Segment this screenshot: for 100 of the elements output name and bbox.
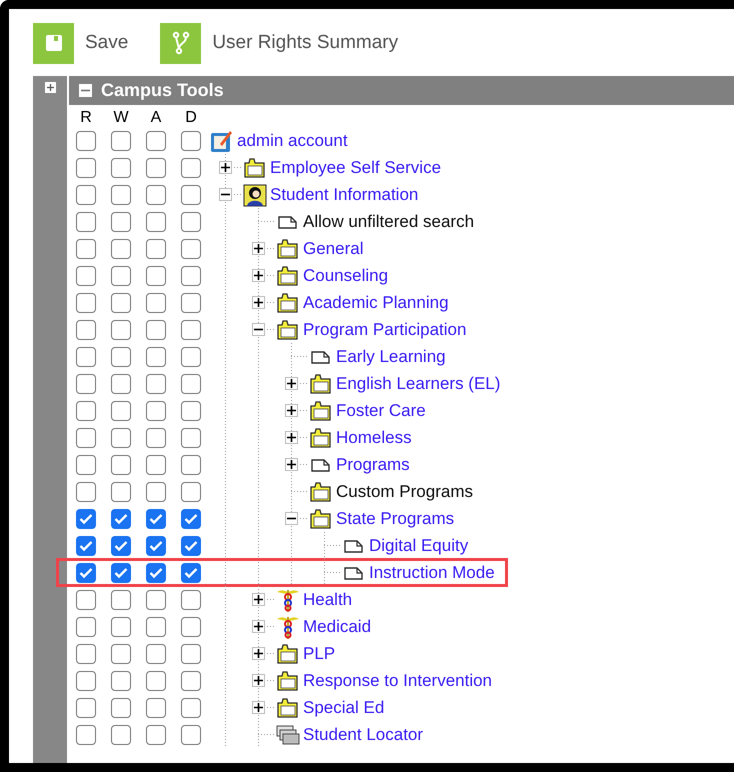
collapse-icon[interactable] bbox=[252, 323, 265, 336]
rights-checkbox[interactable] bbox=[111, 724, 131, 744]
toolbar-button[interactable]: Save bbox=[33, 22, 128, 64]
rights-checkbox[interactable] bbox=[111, 670, 131, 690]
rights-checkbox[interactable] bbox=[181, 698, 201, 718]
rights-checkbox[interactable] bbox=[146, 508, 166, 528]
toolbar-button[interactable]: User Rights Summary bbox=[160, 22, 398, 64]
tree-link[interactable]: Instruction Mode bbox=[369, 562, 495, 582]
rights-checkbox[interactable] bbox=[76, 644, 96, 664]
expand-icon[interactable] bbox=[252, 647, 265, 660]
rights-checkbox[interactable] bbox=[76, 184, 96, 204]
tree-link[interactable]: Programs bbox=[336, 454, 410, 474]
tree-link[interactable]: Health bbox=[303, 590, 352, 610]
expand-icon[interactable] bbox=[285, 404, 298, 417]
rights-checkbox[interactable] bbox=[181, 508, 201, 528]
rights-checkbox[interactable] bbox=[111, 266, 131, 286]
rights-checkbox[interactable] bbox=[181, 292, 201, 312]
rights-checkbox[interactable] bbox=[76, 346, 96, 366]
tree-link[interactable]: Counseling bbox=[303, 266, 388, 286]
rights-checkbox[interactable] bbox=[76, 616, 96, 636]
rights-checkbox[interactable] bbox=[76, 292, 96, 312]
collapse-icon[interactable] bbox=[285, 512, 298, 525]
rights-checkbox[interactable] bbox=[76, 670, 96, 690]
tree-link[interactable]: PLP bbox=[303, 644, 336, 664]
rights-checkbox[interactable] bbox=[76, 212, 96, 232]
rights-checkbox[interactable] bbox=[146, 454, 166, 474]
rights-checkbox[interactable] bbox=[146, 670, 166, 690]
expand-icon[interactable] bbox=[252, 593, 265, 606]
rights-checkbox[interactable] bbox=[181, 590, 201, 610]
rights-checkbox[interactable] bbox=[146, 158, 166, 178]
rights-checkbox[interactable] bbox=[111, 536, 131, 556]
rights-checkbox[interactable] bbox=[146, 212, 166, 232]
tree-link[interactable]: English Learners (EL) bbox=[336, 374, 500, 394]
rights-checkbox[interactable] bbox=[111, 212, 131, 232]
rights-checkbox[interactable] bbox=[181, 238, 201, 258]
rights-checkbox[interactable] bbox=[111, 428, 131, 448]
rights-checkbox[interactable] bbox=[146, 590, 166, 610]
expand-icon[interactable] bbox=[252, 296, 265, 309]
rights-checkbox[interactable] bbox=[146, 482, 166, 502]
rights-checkbox[interactable] bbox=[181, 644, 201, 664]
rights-checkbox[interactable] bbox=[181, 130, 201, 150]
rights-checkbox[interactable] bbox=[181, 724, 201, 744]
rights-checkbox[interactable] bbox=[146, 130, 166, 150]
tree-link[interactable]: State Programs bbox=[336, 508, 454, 528]
rights-checkbox[interactable] bbox=[146, 320, 166, 340]
rights-checkbox[interactable] bbox=[111, 482, 131, 502]
rights-checkbox[interactable] bbox=[111, 374, 131, 394]
rights-checkbox[interactable] bbox=[111, 508, 131, 528]
rights-checkbox[interactable] bbox=[76, 320, 96, 340]
rights-checkbox[interactable] bbox=[181, 454, 201, 474]
rights-checkbox[interactable] bbox=[76, 536, 96, 556]
expand-icon[interactable] bbox=[44, 82, 56, 93]
expand-icon[interactable] bbox=[252, 674, 265, 687]
rights-checkbox[interactable] bbox=[111, 698, 131, 718]
tree-link[interactable]: admin account bbox=[237, 130, 348, 150]
tree-link[interactable]: Employee Self Service bbox=[270, 158, 442, 178]
rights-checkbox[interactable] bbox=[111, 292, 131, 312]
tree-link[interactable]: Academic Planning bbox=[303, 292, 449, 312]
rights-checkbox[interactable] bbox=[111, 130, 131, 150]
tree-link[interactable]: Medicaid bbox=[303, 616, 372, 636]
rights-checkbox[interactable] bbox=[146, 238, 166, 258]
rights-checkbox[interactable] bbox=[111, 454, 131, 474]
rights-checkbox[interactable] bbox=[181, 374, 201, 394]
rights-checkbox[interactable] bbox=[111, 590, 131, 610]
rights-checkbox[interactable] bbox=[111, 184, 131, 204]
rights-checkbox[interactable] bbox=[76, 508, 96, 528]
rights-checkbox[interactable] bbox=[111, 238, 131, 258]
rights-checkbox[interactable] bbox=[181, 346, 201, 366]
rights-checkbox[interactable] bbox=[76, 158, 96, 178]
expand-icon[interactable] bbox=[285, 431, 298, 444]
rights-checkbox[interactable] bbox=[111, 158, 131, 178]
rights-checkbox[interactable] bbox=[146, 644, 166, 664]
rights-checkbox[interactable] bbox=[181, 670, 201, 690]
rights-checkbox[interactable] bbox=[111, 400, 131, 420]
tree-link[interactable]: Digital Equity bbox=[369, 536, 468, 556]
expand-icon[interactable] bbox=[252, 701, 265, 714]
rights-checkbox[interactable] bbox=[111, 562, 131, 582]
rights-checkbox[interactable] bbox=[181, 184, 201, 204]
expand-icon[interactable] bbox=[285, 458, 298, 471]
expand-icon[interactable] bbox=[252, 242, 265, 255]
rights-checkbox[interactable] bbox=[76, 428, 96, 448]
tree-link[interactable]: Special Ed bbox=[303, 698, 384, 718]
rights-checkbox[interactable] bbox=[146, 724, 166, 744]
expand-icon[interactable] bbox=[219, 161, 232, 174]
rights-checkbox[interactable] bbox=[76, 562, 96, 582]
rights-checkbox[interactable] bbox=[111, 346, 131, 366]
rights-checkbox[interactable] bbox=[146, 184, 166, 204]
tree-link[interactable]: Program Participation bbox=[303, 320, 466, 340]
rights-checkbox[interactable] bbox=[146, 616, 166, 636]
rights-checkbox[interactable] bbox=[146, 374, 166, 394]
rights-checkbox[interactable] bbox=[181, 400, 201, 420]
tree-link[interactable]: Student Information bbox=[270, 184, 418, 204]
rights-checkbox[interactable] bbox=[181, 616, 201, 636]
rights-checkbox[interactable] bbox=[146, 266, 166, 286]
rights-checkbox[interactable] bbox=[181, 158, 201, 178]
tree-link[interactable]: Homeless bbox=[336, 428, 412, 448]
rights-checkbox[interactable] bbox=[76, 266, 96, 286]
tree-link[interactable]: Early Learning bbox=[336, 346, 446, 366]
tree-link[interactable]: Student Locator bbox=[303, 724, 424, 744]
rights-checkbox[interactable] bbox=[146, 536, 166, 556]
